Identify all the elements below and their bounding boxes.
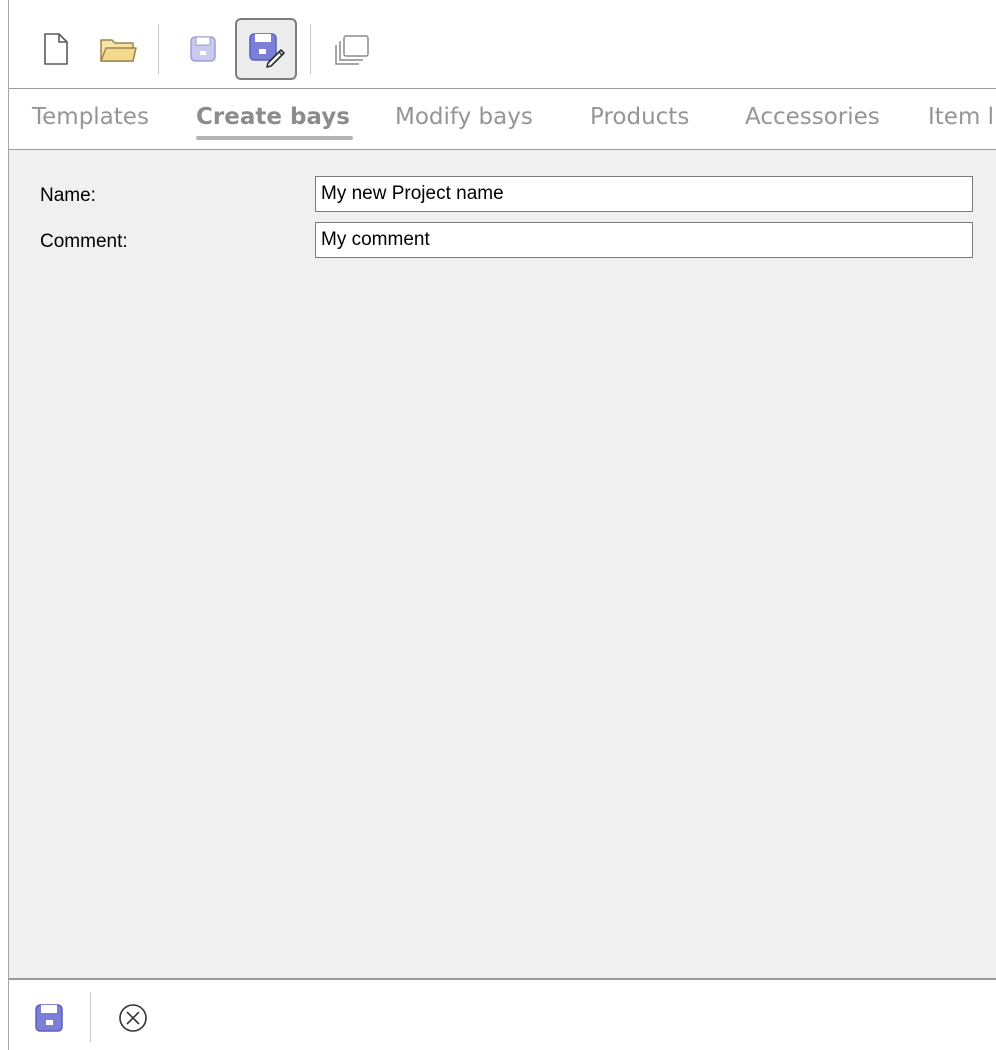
footer-cancel-button[interactable] bbox=[115, 1000, 151, 1036]
footer-separator bbox=[90, 992, 91, 1042]
footer-bar bbox=[9, 980, 996, 1050]
tab-templates[interactable]: Templates bbox=[32, 104, 149, 130]
save-icon bbox=[35, 1004, 63, 1032]
open-button[interactable] bbox=[87, 18, 149, 80]
toolbar-separator bbox=[310, 24, 311, 74]
open-folder-icon bbox=[100, 39, 137, 62]
save-as-edit-icon bbox=[249, 33, 285, 68]
tab-create-bays[interactable]: Create bays bbox=[196, 104, 350, 130]
cancel-circle-x-icon bbox=[119, 1004, 147, 1032]
tab-item-list[interactable]: Item l bbox=[928, 104, 994, 130]
name-label: Name: bbox=[40, 185, 96, 206]
copy-pages-icon bbox=[335, 35, 369, 65]
new-button[interactable] bbox=[25, 18, 87, 80]
window-top-strip bbox=[9, 0, 996, 8]
footer-save-button[interactable] bbox=[31, 1000, 67, 1036]
form-panel: Name: Comment: bbox=[9, 150, 996, 978]
tab-accessories[interactable]: Accessories bbox=[745, 104, 880, 130]
tab-products[interactable]: Products bbox=[590, 104, 689, 130]
name-field[interactable] bbox=[315, 176, 973, 212]
toolbar-separator bbox=[158, 24, 159, 74]
tab-bar: Templates Create bays Modify bays Produc… bbox=[9, 89, 996, 149]
save-icon bbox=[190, 36, 216, 62]
comment-label: Comment: bbox=[40, 231, 128, 252]
toolbar bbox=[9, 8, 996, 88]
tab-modify-bays[interactable]: Modify bays bbox=[395, 104, 533, 130]
new-document-icon bbox=[44, 33, 68, 65]
comment-field[interactable] bbox=[315, 222, 973, 258]
copy-button[interactable] bbox=[321, 18, 383, 80]
save-button[interactable] bbox=[172, 18, 234, 80]
save-as-button[interactable] bbox=[235, 18, 297, 80]
project-window: Templates Create bays Modify bays Produc… bbox=[0, 0, 996, 1050]
selected-tab-indicator bbox=[196, 136, 353, 140]
